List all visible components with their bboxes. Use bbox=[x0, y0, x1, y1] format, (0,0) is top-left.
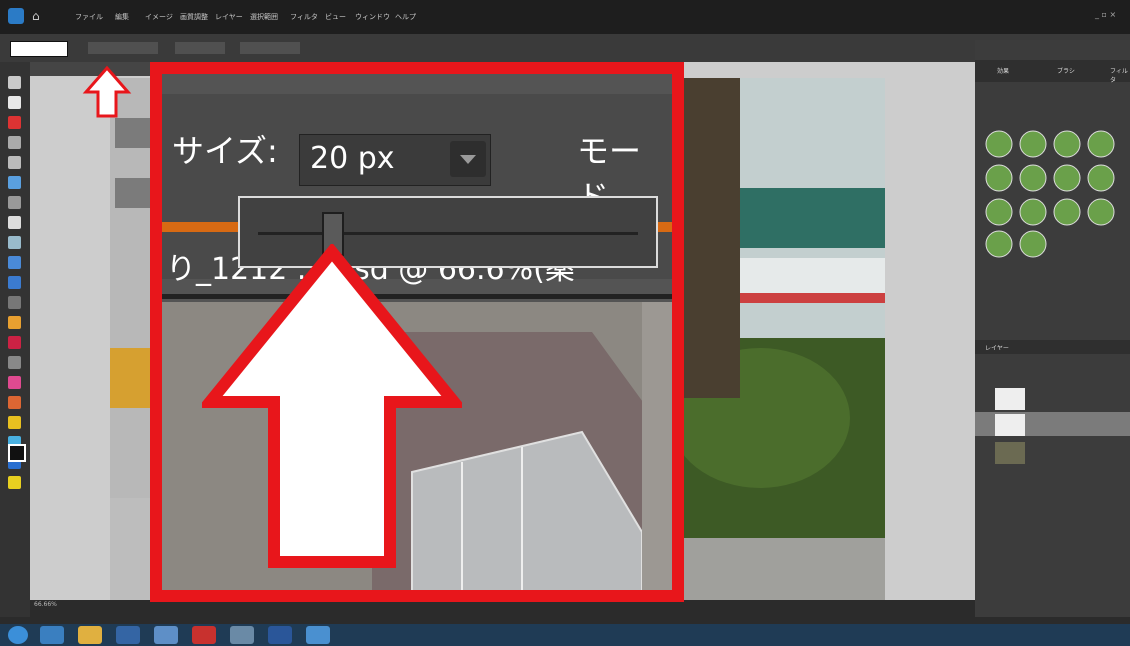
start-button[interactable] bbox=[8, 626, 28, 644]
crop-tool-icon[interactable] bbox=[8, 236, 21, 249]
pencil-tool-icon[interactable] bbox=[8, 356, 21, 369]
layers-title: レイヤー bbox=[985, 345, 1009, 352]
gradient-tool-icon[interactable] bbox=[8, 416, 21, 429]
layer-thumbnail-background[interactable] bbox=[995, 442, 1025, 464]
arrow-up-big-icon bbox=[202, 244, 462, 568]
callout-size-field[interactable]: 20 px bbox=[299, 134, 491, 186]
zoom-tool-icon[interactable] bbox=[8, 96, 21, 109]
size-field-small[interactable] bbox=[88, 42, 158, 54]
panel-tabs: 効果 ブラシ フィルタ bbox=[975, 60, 1130, 84]
brush-tool-icon[interactable] bbox=[8, 316, 21, 329]
opacity-field-small[interactable] bbox=[240, 42, 300, 54]
explorer-icon[interactable] bbox=[78, 626, 102, 644]
menu-window[interactable]: ウィンドウ bbox=[355, 12, 390, 22]
menu-image[interactable]: イメージ bbox=[145, 12, 173, 22]
menu-bar: ⌂ ファイル 編集 イメージ 画質調整 レイヤー 選択範囲 フィルタ ビュー ウ… bbox=[0, 0, 1130, 34]
menu-filter[interactable]: フィルタ bbox=[290, 12, 318, 22]
layer-thumbnail-2[interactable] bbox=[995, 414, 1025, 436]
options-bar bbox=[0, 34, 1130, 63]
callout-size-value: 20 px bbox=[310, 141, 395, 176]
callout-size-dropdown-button[interactable] bbox=[450, 141, 486, 177]
tab-effects[interactable]: 効果 bbox=[997, 66, 1009, 75]
arrow-up-small-icon bbox=[82, 65, 132, 118]
ie-icon[interactable] bbox=[40, 626, 64, 644]
stamp-tool-icon[interactable] bbox=[8, 256, 21, 269]
bucket-tool-icon[interactable] bbox=[8, 396, 21, 409]
zoom-readout: 66.66% bbox=[34, 601, 57, 608]
app-icon-1[interactable] bbox=[116, 626, 140, 644]
lasso-tool-icon[interactable] bbox=[8, 156, 21, 169]
app-icon-3[interactable] bbox=[230, 626, 254, 644]
eyedropper-tool-icon[interactable] bbox=[8, 116, 21, 129]
tab-brushes[interactable]: ブラシ bbox=[1057, 66, 1075, 75]
right-panel: 効果 ブラシ フィルタ レイヤー bbox=[975, 40, 1130, 617]
layer-thumbnail-1[interactable] bbox=[995, 388, 1025, 410]
word-icon[interactable] bbox=[268, 626, 292, 644]
menu-edit[interactable]: 編集 bbox=[115, 12, 129, 22]
marquee-tool-icon[interactable] bbox=[8, 136, 21, 149]
zoom-callout: サイズ: 20 px モード り_1212 .. .psd @ 66.6%(薬 bbox=[150, 62, 684, 602]
tool-bar bbox=[0, 62, 30, 617]
move-tool-icon[interactable] bbox=[8, 76, 21, 89]
tab-filters[interactable]: フィルタ bbox=[1110, 66, 1130, 84]
color-swatches[interactable] bbox=[8, 444, 26, 462]
menu-view[interactable]: ビュー bbox=[325, 12, 346, 22]
selection-brush-icon[interactable] bbox=[8, 196, 21, 209]
window-controls[interactable]: _ ▫ × bbox=[1095, 10, 1125, 20]
app-icon-2[interactable] bbox=[154, 626, 178, 644]
effects-grid bbox=[983, 128, 1128, 258]
menu-select[interactable]: 選択範囲 bbox=[250, 12, 278, 22]
size-slider-track[interactable] bbox=[258, 232, 638, 235]
eraser-tool-icon[interactable] bbox=[8, 336, 21, 349]
app-logo-icon bbox=[8, 8, 24, 24]
callout-size-label: サイズ: bbox=[172, 132, 278, 170]
photoshop-elements-icon[interactable] bbox=[306, 626, 330, 644]
pdf-icon[interactable] bbox=[192, 626, 216, 644]
brush-preview[interactable] bbox=[10, 41, 68, 57]
wand-tool-icon[interactable] bbox=[8, 176, 21, 189]
redeye-tool-icon[interactable] bbox=[8, 296, 21, 309]
layers-panel-header: レイヤー bbox=[975, 340, 1130, 354]
menu-layer[interactable]: レイヤー bbox=[215, 12, 243, 22]
system-tray[interactable] bbox=[910, 629, 1120, 641]
dodge-tool-icon[interactable] bbox=[8, 476, 21, 489]
menu-adjust[interactable]: 画質調整 bbox=[180, 12, 208, 22]
home-icon[interactable]: ⌂ bbox=[32, 10, 44, 22]
chevron-down-icon bbox=[460, 155, 476, 164]
menu-file[interactable]: ファイル bbox=[75, 12, 103, 22]
mode-field-small[interactable] bbox=[175, 42, 225, 54]
healing-tool-icon[interactable] bbox=[8, 276, 21, 289]
menu-help[interactable]: ヘルプ bbox=[395, 12, 416, 22]
text-tool-icon[interactable] bbox=[8, 216, 21, 229]
taskbar bbox=[0, 624, 1130, 646]
smudge-tool-icon[interactable] bbox=[8, 376, 21, 389]
